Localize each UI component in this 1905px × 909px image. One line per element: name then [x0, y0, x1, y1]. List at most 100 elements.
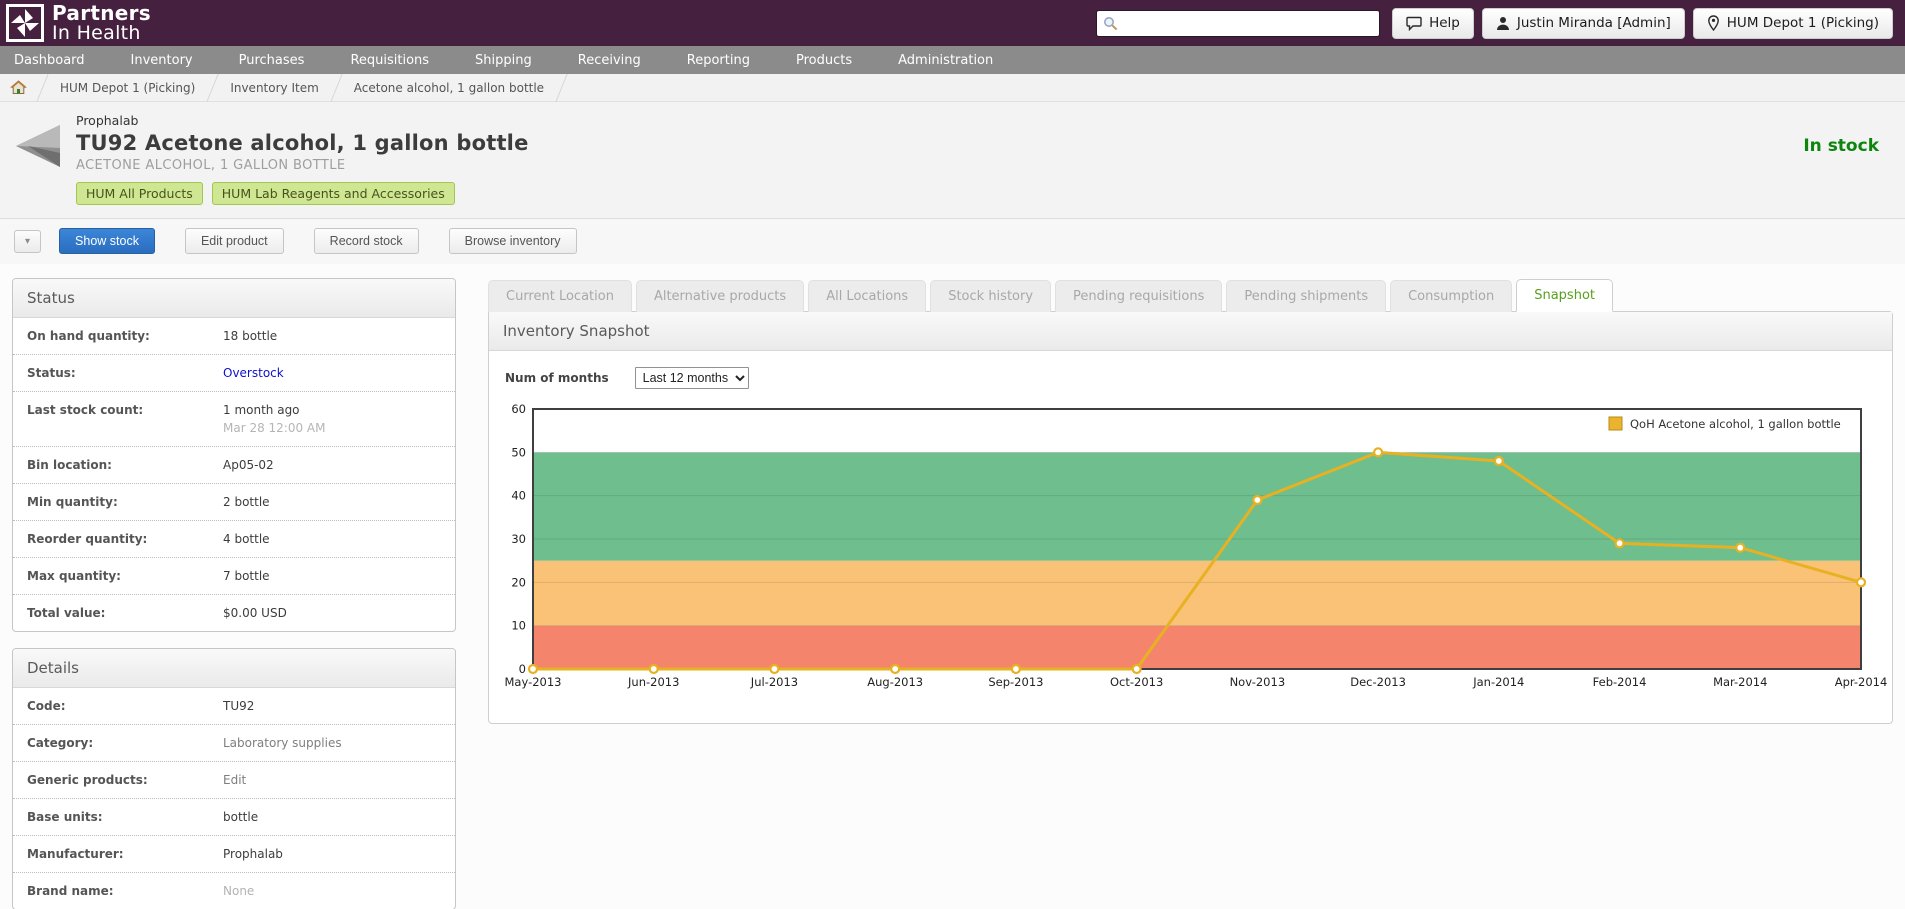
breadcrumb-separator	[207, 74, 219, 102]
svg-text:Jul-2013: Jul-2013	[750, 675, 798, 689]
help-button[interactable]: Help	[1392, 8, 1474, 39]
inventory-snapshot-title: Inventory Snapshot	[489, 312, 1892, 351]
svg-text:Dec-2013: Dec-2013	[1350, 675, 1406, 689]
tab-all-locations[interactable]: All Locations	[808, 280, 926, 312]
breadcrumb-separator	[330, 74, 342, 102]
location-button[interactable]: HUM Depot 1 (Picking)	[1693, 8, 1893, 39]
location-label: HUM Depot 1 (Picking)	[1727, 15, 1879, 31]
nav-item-reporting[interactable]: Reporting	[687, 53, 750, 68]
tag-hum-all-products[interactable]: HUM All Products	[76, 182, 203, 205]
svg-text:QoH Acetone alcohol, 1 gallon: QoH Acetone alcohol, 1 gallon bottle	[1630, 417, 1841, 431]
action-buttons-row: ▾ Show stock Edit product Record stock B…	[0, 218, 1905, 264]
detail-row-brand-name: Brand name: None	[13, 872, 455, 909]
tab-snapshot[interactable]: Snapshot	[1516, 279, 1613, 312]
inventory-snapshot-chart: 0102030405060May-2013Jun-2013Jul-2013Aug…	[503, 399, 1878, 697]
product-text-block: Prophalab TU92 Acetone alcohol, 1 gallon…	[76, 113, 529, 205]
nav-item-products[interactable]: Products	[796, 53, 852, 68]
user-button[interactable]: Justin Miranda [Admin]	[1482, 8, 1685, 39]
row-value-group: 1 month ago Mar 28 12:00 AM	[223, 403, 326, 435]
status-row-last-stock-count: Last stock count: 1 month ago Mar 28 12:…	[13, 391, 455, 446]
breadcrumb-depot[interactable]: HUM Depot 1 (Picking)	[60, 81, 195, 95]
detail-row-category: Category: Laboratory supplies	[13, 724, 455, 761]
product-tags: HUM All Products HUM Lab Reagents and Ac…	[76, 182, 529, 205]
svg-text:Sep-2013: Sep-2013	[988, 675, 1043, 689]
row-value: 2 bottle	[223, 495, 270, 509]
status-row-bin-location: Bin location: Ap05-02	[13, 446, 455, 483]
tab-bar: Current Location Alternative products Al…	[488, 278, 1893, 311]
tab-alternative-products[interactable]: Alternative products	[636, 280, 804, 312]
product-summary: Prophalab TU92 Acetone alcohol, 1 gallon…	[0, 102, 1905, 218]
svg-text:10: 10	[511, 619, 526, 633]
tab-consumption[interactable]: Consumption	[1390, 280, 1512, 312]
row-label: Code:	[27, 699, 223, 713]
nav-item-administration[interactable]: Administration	[898, 53, 993, 68]
status-panel-title: Status	[13, 279, 455, 318]
left-column: Status On hand quantity: 18 bottle Statu…	[12, 278, 456, 909]
status-panel: Status On hand quantity: 18 bottle Statu…	[12, 278, 456, 632]
svg-text:60: 60	[511, 402, 526, 416]
svg-text:Mar-2014: Mar-2014	[1713, 675, 1767, 689]
nav-item-inventory[interactable]: Inventory	[131, 53, 193, 68]
tab-pending-requisitions[interactable]: Pending requisitions	[1055, 280, 1222, 312]
svg-text:50: 50	[511, 445, 526, 459]
search-wrap	[1096, 10, 1380, 37]
breadcrumb-separator	[555, 74, 567, 102]
browse-inventory-button[interactable]: Browse inventory	[449, 228, 577, 254]
pih-logo[interactable]: Partners In Health	[6, 3, 151, 43]
nav-item-purchases[interactable]: Purchases	[239, 53, 305, 68]
status-row-max-quantity: Max quantity: 7 bottle	[13, 557, 455, 594]
record-stock-button[interactable]: Record stock	[314, 228, 419, 254]
status-row-min-quantity: Min quantity: 2 bottle	[13, 483, 455, 520]
svg-text:Aug-2013: Aug-2013	[867, 675, 923, 689]
search-input[interactable]	[1096, 10, 1380, 37]
months-select[interactable]: Last 12 months	[635, 367, 749, 389]
tab-pending-shipments[interactable]: Pending shipments	[1226, 280, 1386, 312]
nav-item-receiving[interactable]: Receiving	[578, 53, 641, 68]
snapshot-line-chart: 0102030405060May-2013Jun-2013Jul-2013Aug…	[503, 399, 1871, 697]
row-label: Reorder quantity:	[27, 532, 223, 546]
edit-product-button[interactable]: Edit product	[185, 228, 284, 254]
tag-hum-lab-reagents[interactable]: HUM Lab Reagents and Accessories	[212, 182, 455, 205]
row-label: Base units:	[27, 810, 223, 824]
num-of-months-label: Num of months	[505, 371, 609, 385]
nav-item-dashboard[interactable]: Dashboard	[14, 53, 85, 68]
product-thumbnail-placeholder	[14, 123, 62, 169]
svg-text:Apr-2014: Apr-2014	[1835, 675, 1888, 689]
row-value: Laboratory supplies	[223, 736, 342, 750]
right-column: Current Location Alternative products Al…	[488, 278, 1893, 909]
help-label: Help	[1429, 15, 1460, 31]
nav-item-requisitions[interactable]: Requisitions	[350, 53, 429, 68]
details-panel: Details Code: TU92 Category: Laboratory …	[12, 648, 456, 909]
show-stock-button[interactable]: Show stock	[59, 228, 155, 254]
svg-text:May-2013: May-2013	[505, 675, 562, 689]
logo-line1: Partners	[52, 3, 151, 23]
generic-products-edit-link[interactable]: Edit	[223, 773, 246, 787]
row-value: 1 month ago	[223, 403, 326, 417]
row-subvalue: Mar 28 12:00 AM	[223, 421, 326, 435]
app-header: Partners In Health Help Justin Miranda […	[0, 0, 1905, 46]
breadcrumb-inventory-item[interactable]: Inventory Item	[230, 81, 318, 95]
row-label: Total value:	[27, 606, 223, 620]
row-value: 7 bottle	[223, 569, 270, 583]
svg-text:Jun-2013: Jun-2013	[627, 675, 679, 689]
header-right: Help Justin Miranda [Admin] HUM Depot 1 …	[1096, 8, 1897, 39]
tab-stock-history[interactable]: Stock history	[930, 280, 1051, 312]
svg-text:Oct-2013: Oct-2013	[1110, 675, 1163, 689]
actions-menu-caret-button[interactable]: ▾	[14, 230, 41, 253]
breadcrumb: HUM Depot 1 (Picking) Inventory Item Ace…	[0, 74, 1905, 102]
row-label: Bin location:	[27, 458, 223, 472]
svg-text:0: 0	[519, 662, 526, 676]
breadcrumb-product[interactable]: Acetone alcohol, 1 gallon bottle	[354, 81, 544, 95]
status-row-on-hand: On hand quantity: 18 bottle	[13, 318, 455, 354]
row-value: TU92	[223, 699, 254, 713]
nav-item-shipping[interactable]: Shipping	[475, 53, 532, 68]
pih-logo-icon	[6, 4, 44, 42]
user-icon	[1496, 16, 1510, 31]
tab-current-location[interactable]: Current Location	[488, 280, 632, 312]
row-label: Min quantity:	[27, 495, 223, 509]
home-icon[interactable]	[10, 80, 27, 95]
overstock-link[interactable]: Overstock	[223, 366, 284, 380]
detail-row-code: Code: TU92	[13, 688, 455, 724]
svg-text:20: 20	[511, 575, 526, 589]
status-row-reorder-quantity: Reorder quantity: 4 bottle	[13, 520, 455, 557]
